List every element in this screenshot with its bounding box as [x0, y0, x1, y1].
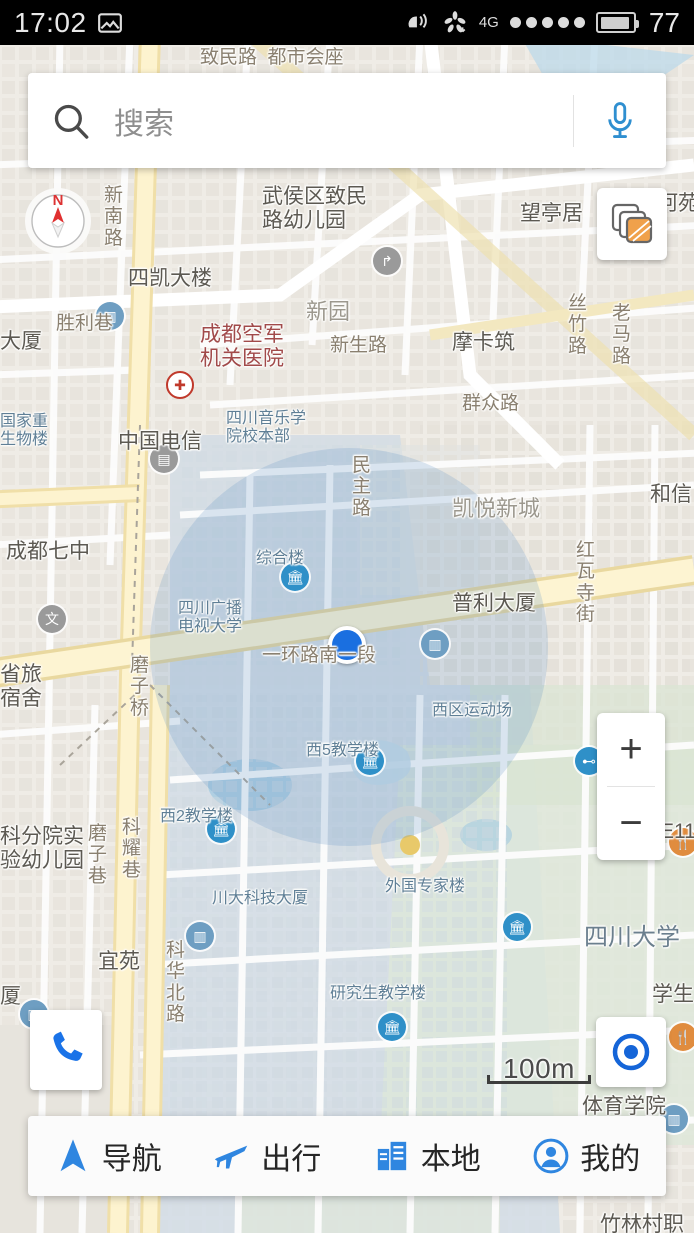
status-bar-right: 4G 77 — [405, 7, 680, 39]
map-label: 川大科技大厦 — [212, 890, 309, 907]
map-label: 凯悦新城 — [452, 496, 541, 521]
map-label: 红 瓦 寺 街 — [576, 540, 596, 625]
map-label: 西5教学楼 — [306, 742, 379, 759]
navigation-arrow-icon — [54, 1137, 92, 1175]
my-location-button[interactable] — [596, 1017, 666, 1087]
phone-icon — [53, 1031, 83, 1061]
map-app-screen: 17:02 4G 77 ▥ ✚ ▤ 文 ↱ 🏛 ▥ ⊷ 🏛 🏛 ▥ 🏛 🏛 🍴 … — [0, 0, 694, 1233]
search-input[interactable]: 搜索 — [114, 99, 573, 143]
map-label: 科分院实 验幼儿园 — [0, 825, 84, 872]
map-label: 竹林村职 — [600, 1213, 684, 1233]
map-label: 和信 — [650, 483, 692, 506]
microphone-icon[interactable] — [574, 100, 666, 142]
map-label: 体育学院 — [582, 1095, 666, 1118]
nav-label-mine: 我的 — [580, 1143, 641, 1176]
battery-icon — [595, 12, 639, 33]
map-label: 磨 子 巷 — [88, 823, 108, 887]
map-label: 磨 子 桥 — [130, 655, 150, 719]
school-building-icon[interactable]: 🏛 — [503, 913, 531, 941]
vibrate-icon — [405, 10, 431, 36]
map-label: 四凯大楼 — [128, 267, 212, 290]
map-label: 成都空军 机关医院 — [200, 323, 284, 370]
compass-icon[interactable]: N — [22, 185, 94, 257]
map-label: 宜苑 — [98, 950, 140, 973]
map-label: 新园 — [306, 299, 351, 324]
map-label: 省旅 宿舍 — [0, 663, 42, 710]
map-label: 国家重 生物楼 — [0, 413, 49, 448]
map-label: 望亭居 — [520, 202, 583, 225]
buildings-icon — [373, 1137, 411, 1175]
bottom-navigation-bar[interactable]: 导航 出行 本地 我的 — [28, 1116, 666, 1196]
person-avatar-icon — [532, 1137, 570, 1175]
zoom-out-button[interactable]: − — [597, 787, 665, 860]
map-label: 外国专家楼 — [385, 878, 466, 895]
compass-north-label: N — [53, 192, 64, 209]
map-label: 西2教学楼 — [160, 808, 233, 825]
scale-line — [487, 1075, 591, 1084]
map-label: 普利大厦 — [452, 592, 536, 615]
map-label: 研究生教学楼 — [330, 985, 427, 1002]
map-label: 摩卡筑 — [452, 331, 515, 354]
zoom-controls[interactable]: + − — [597, 713, 665, 860]
map-label: 武侯区致民 路幼儿园 — [262, 185, 367, 232]
map-label: 民 主 路 — [352, 455, 372, 519]
map-label: 成都七中 — [6, 540, 90, 563]
map-layers-button[interactable] — [597, 188, 667, 260]
map-label: 学生 — [652, 983, 694, 1006]
search-bar[interactable]: 搜索 — [28, 73, 666, 168]
nav-item-travel[interactable]: 出行 — [188, 1134, 348, 1178]
map-label: 四川广播 电视大学 — [178, 600, 243, 635]
school-building-icon[interactable]: 🏛 — [378, 1013, 406, 1041]
nav-label-navigation: 导航 — [101, 1143, 162, 1176]
map-label: 新 南 路 — [104, 185, 124, 249]
map-label: 四川音乐学 院校本部 — [226, 410, 307, 445]
map-label: 厦 — [0, 985, 21, 1008]
hospital-icon[interactable]: ✚ — [166, 371, 194, 399]
status-bar-left: 17:02 — [14, 7, 123, 39]
map-label: 科 华 北 路 — [166, 940, 186, 1025]
office-building-icon[interactable]: ▥ — [186, 922, 214, 950]
network-type: 4G — [478, 14, 499, 31]
school-icon[interactable]: 文 — [38, 605, 66, 633]
zoom-in-button[interactable]: + — [597, 713, 665, 786]
airplane-icon — [213, 1137, 251, 1175]
my-location-icon — [612, 1033, 650, 1071]
nav-item-navigation[interactable]: 导航 — [28, 1134, 188, 1178]
image-icon — [97, 10, 123, 36]
office-building-icon[interactable]: ▥ — [421, 630, 449, 658]
map-label: 致民路 都市会座 — [200, 47, 344, 68]
phone-button[interactable] — [30, 1010, 102, 1090]
map-scale-bar: 100m — [487, 1053, 591, 1084]
nav-item-mine[interactable]: 我的 — [507, 1134, 667, 1178]
nav-label-local: 本地 — [420, 1143, 481, 1176]
map-label: 群众路 — [462, 393, 520, 414]
map-label: 新生路 — [330, 335, 388, 356]
map-label: 科 耀 巷 — [122, 817, 142, 881]
map-label: E11 — [660, 820, 694, 843]
directions-icon[interactable]: ↱ — [373, 247, 401, 275]
restaurant-icon[interactable]: 🍴 — [669, 1023, 694, 1051]
map-label: 综合楼 — [256, 550, 305, 567]
map-layers-icon — [611, 203, 653, 244]
map-label: 四川大学 — [584, 924, 680, 951]
battery-level: 77 — [648, 6, 680, 38]
map-label: 胜利巷 — [56, 313, 114, 334]
map-label: 老 马 路 — [612, 303, 632, 367]
nav-item-local[interactable]: 本地 — [347, 1134, 507, 1178]
map-label: 大厦 — [0, 330, 42, 353]
map-label: 中国电信 — [118, 430, 202, 453]
map-label: 一环路南一段 — [262, 645, 377, 666]
search-icon — [28, 100, 114, 142]
map-label: 西区运动场 — [432, 702, 513, 719]
download-flower-icon — [442, 10, 468, 36]
map-label: 丝 竹 路 — [568, 293, 588, 357]
nav-label-travel: 出行 — [261, 1143, 322, 1176]
status-bar: 17:02 4G 77 — [0, 0, 694, 45]
status-time: 17:02 — [14, 6, 87, 38]
signal-strength-dots — [509, 17, 585, 28]
